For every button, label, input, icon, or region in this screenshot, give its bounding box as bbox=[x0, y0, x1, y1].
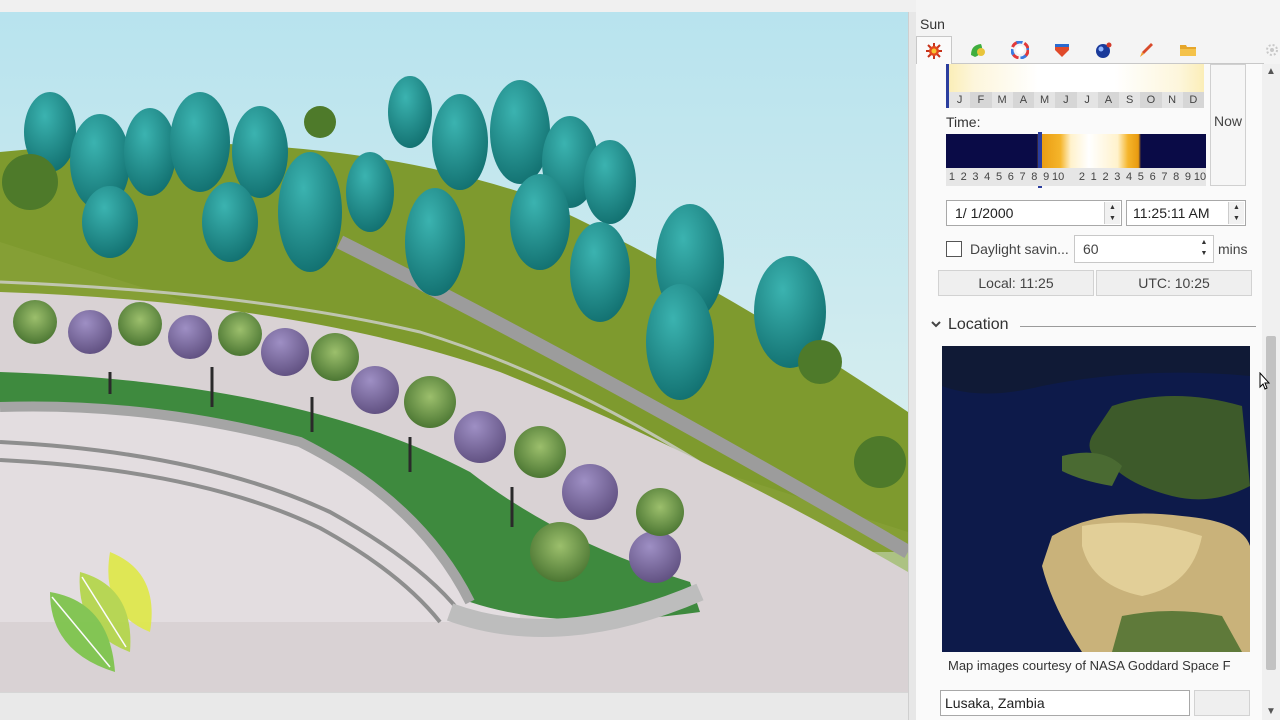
month-label: A bbox=[1097, 92, 1119, 108]
location-map[interactable] bbox=[942, 346, 1250, 652]
hour-label: 10 bbox=[1193, 171, 1207, 183]
folder-icon bbox=[1180, 45, 1196, 56]
month-label: J bbox=[1055, 92, 1077, 108]
month-label: D bbox=[1182, 92, 1204, 108]
sun-settings: JFMAMJJASOND Now Time: 1 2 3 4 5 6 7 8 9 10 2 1 2 3 4 5… bbox=[916, 64, 1262, 720]
location-title: Location bbox=[948, 316, 1009, 333]
dst-offset-spinner[interactable]: ▲ ▼ bbox=[1196, 237, 1212, 259]
spin-up-icon: ▲ bbox=[1109, 204, 1116, 211]
hour-label: 6 bbox=[1149, 171, 1156, 183]
dst-offset-field[interactable]: 60 ▲ ▼ bbox=[1074, 235, 1214, 263]
3d-viewport[interactable] bbox=[0, 12, 908, 692]
mouse-cursor-icon bbox=[1259, 372, 1271, 390]
utc-time-button[interactable]: UTC: 10:25 bbox=[1096, 270, 1252, 296]
date-field[interactable]: 1/ 1/2000 ▲ ▼ bbox=[946, 200, 1122, 226]
dst-offset-value: 60 bbox=[1083, 241, 1099, 257]
material-icon bbox=[1055, 44, 1069, 57]
panel-title: Sun bbox=[920, 16, 945, 32]
mins-unit-label: mins bbox=[1218, 241, 1248, 257]
landscape-render bbox=[0, 12, 908, 692]
leaf-icon bbox=[971, 44, 985, 57]
now-button[interactable]: Now bbox=[1210, 64, 1246, 186]
date-value: 1/ 1/2000 bbox=[955, 205, 1014, 221]
brush-icon bbox=[1140, 43, 1153, 57]
time-spinner[interactable]: ▲ ▼ bbox=[1228, 202, 1244, 224]
month-label: M bbox=[991, 92, 1013, 108]
chevron-down-icon bbox=[931, 321, 941, 328]
month-label: O bbox=[1140, 92, 1162, 108]
hour-label: 7 bbox=[1161, 171, 1168, 183]
tab-paint[interactable] bbox=[1128, 36, 1164, 64]
month-label: S bbox=[1119, 92, 1141, 108]
sun-icon bbox=[926, 43, 942, 59]
month-daylight-gradient bbox=[949, 64, 1204, 92]
month-label: N bbox=[1161, 92, 1183, 108]
month-label: A bbox=[1012, 92, 1034, 108]
spin-down-icon: ▼ bbox=[1233, 215, 1240, 222]
spin-down-icon: ▼ bbox=[1200, 250, 1208, 257]
hour-label: 7 bbox=[1019, 171, 1026, 183]
spin-up-icon: ▲ bbox=[1233, 204, 1240, 211]
scroll-down-icon[interactable]: ▼ bbox=[1262, 704, 1280, 720]
panel-tabbar bbox=[916, 34, 1264, 65]
hour-label: 1 bbox=[1090, 171, 1097, 183]
time-value: 11:25:11 AM bbox=[1133, 205, 1210, 221]
month-label: J bbox=[949, 92, 971, 108]
location-input[interactable]: Lusaka, Zambia bbox=[940, 690, 1190, 716]
location-search-button[interactable] bbox=[1194, 690, 1250, 716]
daylight-saving-checkbox[interactable] bbox=[946, 241, 962, 257]
time-field[interactable]: 11:25:11 AM ▲ ▼ bbox=[1126, 200, 1246, 226]
month-slider[interactable]: JFMAMJJASOND bbox=[946, 64, 1206, 108]
panel-scrollbar[interactable]: ▲ ▼ bbox=[1262, 64, 1280, 720]
date-spinner[interactable]: ▲ ▼ bbox=[1104, 202, 1120, 224]
location-value: Lusaka, Zambia bbox=[945, 695, 1045, 711]
hour-label: 9 bbox=[1043, 171, 1050, 183]
panel-splitter[interactable] bbox=[908, 12, 916, 720]
hour-label: 8 bbox=[1173, 171, 1180, 183]
location-section-header[interactable]: Location bbox=[930, 316, 1256, 336]
hour-labels: 1 2 3 4 5 6 7 8 9 10 2 1 2 3 4 5 6 7 8 9 10 bbox=[946, 168, 1206, 186]
hour-label: 8 bbox=[1031, 171, 1038, 183]
map-credit: Map images courtesy of NASA Goddard Spac… bbox=[948, 658, 1231, 673]
hour-label: 2 bbox=[1102, 171, 1109, 183]
hour-label: 9 bbox=[1184, 171, 1192, 183]
tab-sun[interactable] bbox=[916, 36, 952, 65]
month-label: J bbox=[1076, 92, 1098, 108]
hour-label: 5 bbox=[995, 171, 1003, 183]
scroll-up-icon[interactable]: ▲ bbox=[1262, 64, 1280, 80]
sphere-icon bbox=[1096, 42, 1112, 58]
color-wheel-icon bbox=[1011, 41, 1029, 59]
daylight-saving-label: Daylight savin... bbox=[970, 241, 1069, 257]
month-label: M bbox=[1034, 92, 1056, 108]
sun-panel: Sun J F M A M J J A S O N D Now Time: 1 … bbox=[916, 0, 1280, 720]
tab-color[interactable] bbox=[1002, 36, 1038, 64]
viewport-status-strip bbox=[0, 692, 908, 720]
spin-down-icon: ▼ bbox=[1109, 215, 1116, 222]
hour-label: 5 bbox=[1137, 171, 1144, 183]
local-time-button[interactable]: Local: 11:25 bbox=[938, 270, 1094, 296]
spin-up-icon: ▲ bbox=[1200, 239, 1208, 246]
tab-render[interactable] bbox=[1086, 36, 1122, 64]
hour-label: 3 bbox=[1114, 171, 1121, 183]
hour-label: 2 bbox=[1078, 171, 1086, 183]
hour-label: 10 bbox=[1052, 171, 1065, 183]
hour-label: 2 bbox=[960, 171, 967, 183]
time-of-day-slider[interactable] bbox=[946, 134, 1206, 168]
gear-icon[interactable] bbox=[1264, 42, 1280, 58]
hour-label: 1 bbox=[948, 171, 955, 183]
section-divider bbox=[1020, 326, 1256, 327]
tab-files[interactable] bbox=[1170, 36, 1206, 64]
hour-label: 4 bbox=[984, 171, 991, 183]
hour-label: 4 bbox=[1126, 171, 1133, 183]
month-label: F bbox=[970, 92, 992, 108]
tab-material[interactable] bbox=[1044, 36, 1080, 64]
tab-environment[interactable] bbox=[960, 36, 996, 64]
earth-map-image bbox=[942, 346, 1250, 652]
month-labels: JFMAMJJASOND bbox=[949, 92, 1204, 108]
hour-label: 6 bbox=[1007, 171, 1014, 183]
time-label: Time: bbox=[946, 114, 981, 130]
hour-label: 3 bbox=[972, 171, 979, 183]
